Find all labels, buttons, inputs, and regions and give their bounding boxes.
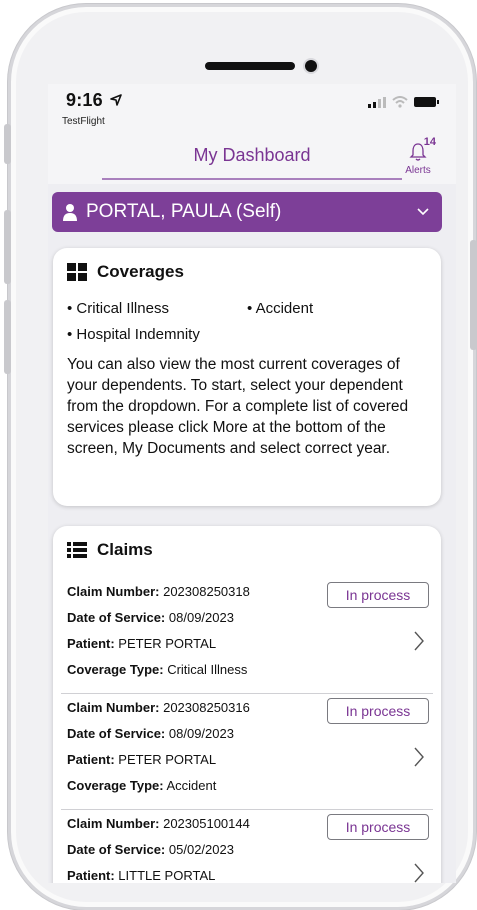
time-text: 9:16 <box>66 90 103 110</box>
dashboard-content: PORTAL, PAULA (Self) Coverages • Critica… <box>48 184 456 883</box>
claim-row[interactable]: Claim Number: 202308250316 Date of Servi… <box>53 694 441 810</box>
coverages-card: Coverages • Critical Illness • Accident … <box>53 248 441 506</box>
alerts-count-badge: 14 <box>423 136 436 148</box>
status-badge: In process <box>327 582 429 608</box>
status-badge: In process <box>327 698 429 724</box>
back-to-app-label[interactable]: TestFlight <box>62 116 105 127</box>
claims-title: Claims <box>97 540 153 559</box>
date-of-service-field: Date of Service: 08/09/2023 <box>67 726 234 741</box>
title-underline <box>102 178 402 180</box>
patient-value: PETER PORTAL <box>118 636 217 651</box>
battery-icon <box>414 97 439 107</box>
status-icons <box>368 96 440 108</box>
coverage-type-value: Accident <box>166 778 217 793</box>
patient-field: Patient: LITTLE PORTAL <box>67 868 215 883</box>
date-of-service-value: 05/02/2023 <box>168 842 234 857</box>
status-badge: In process <box>327 814 429 840</box>
coverage-item-label: Hospital Indemnity <box>76 326 200 343</box>
chevron-right-icon[interactable] <box>413 746 425 768</box>
chevron-right-icon[interactable] <box>413 862 425 883</box>
location-arrow-icon <box>110 94 122 106</box>
coverage-item: • Hospital Indemnity <box>67 326 200 343</box>
patient-field: Patient: PETER PORTAL <box>67 752 216 767</box>
app-header: My Dashboard 14 Alerts <box>48 132 456 184</box>
field-label: Claim Number: <box>67 700 160 715</box>
date-of-service-field: Date of Service: 08/09/2023 <box>67 610 234 625</box>
claim-number-field: Claim Number: 202308250316 <box>67 700 250 715</box>
claim-row[interactable]: Claim Number: 202305100144 Date of Servi… <box>53 810 441 883</box>
coverage-item-label: Critical Illness <box>76 300 169 317</box>
alerts-button[interactable]: 14 Alerts <box>398 136 438 176</box>
claim-row[interactable]: Claim Number: 202308250318 Date of Servi… <box>53 578 441 694</box>
selected-dependent-name: PORTAL, PAULA (Self) <box>86 201 282 222</box>
app-screen: 9:16 TestFlight My Dashboard 14 Alerts P… <box>48 84 456 883</box>
wifi-icon <box>392 96 408 108</box>
coverage-type-field: Coverage Type: Critical Illness <box>67 662 247 677</box>
field-label: Claim Number: <box>67 584 160 599</box>
page-title: My Dashboard <box>193 145 311 165</box>
field-label: Coverage Type: <box>67 778 164 793</box>
claim-number-field: Claim Number: 202305100144 <box>67 816 250 831</box>
field-label: Claim Number: <box>67 816 160 831</box>
power-button <box>470 240 477 350</box>
list-icon <box>67 542 87 558</box>
date-of-service-value: 08/09/2023 <box>168 726 234 741</box>
coverage-item: • Accident <box>247 300 314 317</box>
speaker-grille <box>205 62 295 70</box>
volume-down-button <box>4 300 11 374</box>
status-time: 9:16 <box>66 90 122 111</box>
status-bar: 9:16 TestFlight <box>48 84 456 132</box>
patient-field: Patient: PETER PORTAL <box>67 636 216 651</box>
claims-heading: Claims <box>67 540 153 560</box>
cellular-signal-icon <box>368 96 386 108</box>
coverage-item-label: Accident <box>255 300 314 317</box>
silent-switch <box>4 124 11 164</box>
field-label: Date of Service: <box>67 842 166 857</box>
volume-up-button <box>4 210 11 284</box>
coverage-type-field: Coverage Type: Accident <box>67 778 216 793</box>
field-label: Coverage Type: <box>67 662 164 677</box>
field-label: Patient: <box>67 752 115 767</box>
field-label: Patient: <box>67 636 115 651</box>
front-camera <box>305 60 317 72</box>
claim-number-field: Claim Number: 202308250318 <box>67 584 250 599</box>
person-icon <box>63 204 77 221</box>
date-of-service-value: 08/09/2023 <box>168 610 234 625</box>
field-label: Date of Service: <box>67 610 166 625</box>
date-of-service-field: Date of Service: 05/02/2023 <box>67 842 234 857</box>
chevron-down-icon <box>417 208 429 216</box>
claim-number-value: 202305100144 <box>163 816 250 831</box>
coverage-type-value: Critical Illness <box>167 662 248 677</box>
claim-number-value: 202308250316 <box>163 700 250 715</box>
coverages-heading: Coverages <box>67 262 184 282</box>
chevron-right-icon[interactable] <box>413 630 425 652</box>
field-label: Date of Service: <box>67 726 166 741</box>
field-label: Patient: <box>67 868 115 883</box>
patient-value: PETER PORTAL <box>118 752 217 767</box>
claims-card: Claims Claim Number: 202308250318 Date o… <box>53 526 441 883</box>
claim-number-value: 202308250318 <box>163 584 250 599</box>
coverage-item: • Critical Illness <box>67 300 169 317</box>
alerts-label: Alerts <box>405 165 431 176</box>
patient-value: LITTLE PORTAL <box>118 868 216 883</box>
coverages-title: Coverages <box>97 262 184 281</box>
dependent-selector[interactable]: PORTAL, PAULA (Self) <box>52 192 442 232</box>
coverages-description: You can also view the most current cover… <box>67 356 409 457</box>
grid-icon <box>67 263 87 281</box>
